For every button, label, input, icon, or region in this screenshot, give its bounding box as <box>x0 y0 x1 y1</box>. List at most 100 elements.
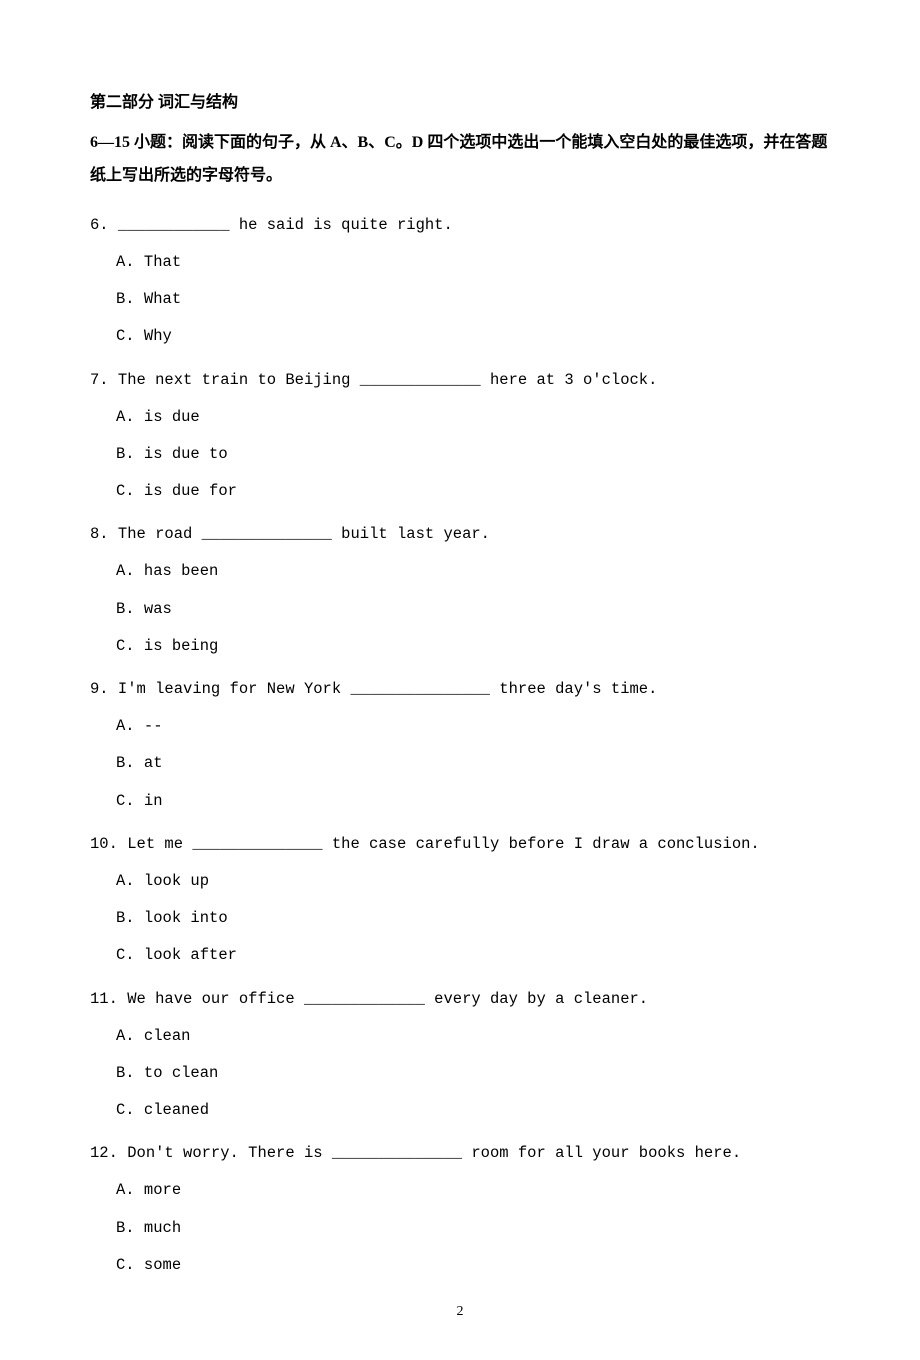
question-text: I'm leaving for New York _______________… <box>118 680 658 698</box>
question-number: 11. <box>90 990 118 1008</box>
option-list: A. is due B. is due to C. is due for <box>90 399 830 511</box>
section-instructions: 6—15 小题：阅读下面的句子，从 A、B、C。D 四个选项中选出一个能填入空白… <box>90 126 830 193</box>
option-label: A. <box>116 253 135 271</box>
question-8: 8. The road ______________ built last ye… <box>90 516 830 665</box>
option-c: C. is due for <box>116 473 830 510</box>
option-a: A. more <box>116 1172 830 1209</box>
option-label: A. <box>116 408 135 426</box>
option-label: C. <box>116 482 135 500</box>
option-text: was <box>144 600 172 618</box>
question-stem: 10. Let me ______________ the case caref… <box>90 826 830 863</box>
option-label: B. <box>116 1219 135 1237</box>
option-text: at <box>144 754 163 772</box>
question-number: 8. <box>90 525 109 543</box>
option-label: C. <box>116 637 135 655</box>
question-11: 11. We have our office _____________ eve… <box>90 981 830 1130</box>
option-b: B. look into <box>116 900 830 937</box>
option-b: B. is due to <box>116 436 830 473</box>
option-label: A. <box>116 562 135 580</box>
option-a: A. look up <box>116 863 830 900</box>
option-text: What <box>144 290 181 308</box>
option-b: B. much <box>116 1210 830 1247</box>
option-text: to clean <box>144 1064 218 1082</box>
question-number: 10. <box>90 835 118 853</box>
question-stem: 6. ____________ he said is quite right. <box>90 207 830 244</box>
question-6: 6. ____________ he said is quite right. … <box>90 207 830 356</box>
option-a: A. has been <box>116 553 830 590</box>
option-label: B. <box>116 754 135 772</box>
question-number: 7. <box>90 371 109 389</box>
question-10: 10. Let me ______________ the case caref… <box>90 826 830 975</box>
option-text: is due <box>144 408 200 426</box>
question-text: Let me ______________ the case carefully… <box>127 835 760 853</box>
option-c: C. is being <box>116 628 830 665</box>
question-12: 12. Don't worry. There is ______________… <box>90 1135 830 1284</box>
option-b: B. at <box>116 745 830 782</box>
option-text: Why <box>144 327 172 345</box>
option-b: B. was <box>116 591 830 628</box>
option-label: A. <box>116 1181 135 1199</box>
option-label: C. <box>116 1256 135 1274</box>
option-label: C. <box>116 946 135 964</box>
option-label: C. <box>116 792 135 810</box>
option-text: is being <box>144 637 218 655</box>
option-c: C. in <box>116 783 830 820</box>
option-label: B. <box>116 600 135 618</box>
option-c: C. cleaned <box>116 1092 830 1129</box>
question-9: 9. I'm leaving for New York ____________… <box>90 671 830 820</box>
option-list: A. look up B. look into C. look after <box>90 863 830 975</box>
option-c: C. Why <box>116 318 830 355</box>
option-text: clean <box>144 1027 191 1045</box>
option-label: A. <box>116 872 135 890</box>
option-text: look into <box>144 909 228 927</box>
option-list: A. That B. What C. Why <box>90 244 830 356</box>
option-text: has been <box>144 562 218 580</box>
question-stem: 9. I'm leaving for New York ____________… <box>90 671 830 708</box>
question-text: The next train to Beijing _____________ … <box>118 371 658 389</box>
question-number: 9. <box>90 680 109 698</box>
option-c: C. look after <box>116 937 830 974</box>
question-text: The road ______________ built last year. <box>118 525 490 543</box>
option-text: -- <box>144 717 163 735</box>
option-list: A. has been B. was C. is being <box>90 553 830 665</box>
option-text: is due to <box>144 445 228 463</box>
question-stem: 8. The road ______________ built last ye… <box>90 516 830 553</box>
section-title: 第二部分 词汇与结构 <box>90 90 830 116</box>
option-label: B. <box>116 290 135 308</box>
option-label: C. <box>116 1101 135 1119</box>
option-label: A. <box>116 1027 135 1045</box>
question-text: ____________ he said is quite right. <box>118 216 453 234</box>
option-text: some <box>144 1256 181 1274</box>
option-a: A. That <box>116 244 830 281</box>
option-text: look after <box>144 946 237 964</box>
question-number: 12. <box>90 1144 118 1162</box>
option-a: A. clean <box>116 1018 830 1055</box>
question-stem: 12. Don't worry. There is ______________… <box>90 1135 830 1172</box>
option-text: more <box>144 1181 181 1199</box>
question-stem: 7. The next train to Beijing ___________… <box>90 362 830 399</box>
option-label: B. <box>116 445 135 463</box>
option-list: A. clean B. to clean C. cleaned <box>90 1018 830 1130</box>
option-label: B. <box>116 909 135 927</box>
option-label: B. <box>116 1064 135 1082</box>
option-b: B. What <box>116 281 830 318</box>
document-page: 第二部分 词汇与结构 6—15 小题：阅读下面的句子，从 A、B、C。D 四个选… <box>0 0 920 1360</box>
option-list: A. -- B. at C. in <box>90 708 830 820</box>
option-text: cleaned <box>144 1101 209 1119</box>
option-text: much <box>144 1219 181 1237</box>
page-number: 2 <box>90 1304 830 1320</box>
option-b: B. to clean <box>116 1055 830 1092</box>
option-list: A. more B. much C. some <box>90 1172 830 1284</box>
option-label: A. <box>116 717 135 735</box>
question-stem: 11. We have our office _____________ eve… <box>90 981 830 1018</box>
question-number: 6. <box>90 216 109 234</box>
option-a: A. -- <box>116 708 830 745</box>
option-text: That <box>144 253 181 271</box>
option-c: C. some <box>116 1247 830 1284</box>
option-text: is due for <box>144 482 237 500</box>
question-7: 7. The next train to Beijing ___________… <box>90 362 830 511</box>
question-text: We have our office _____________ every d… <box>127 990 648 1008</box>
option-text: look up <box>144 872 209 890</box>
option-label: C. <box>116 327 135 345</box>
option-text: in <box>144 792 163 810</box>
